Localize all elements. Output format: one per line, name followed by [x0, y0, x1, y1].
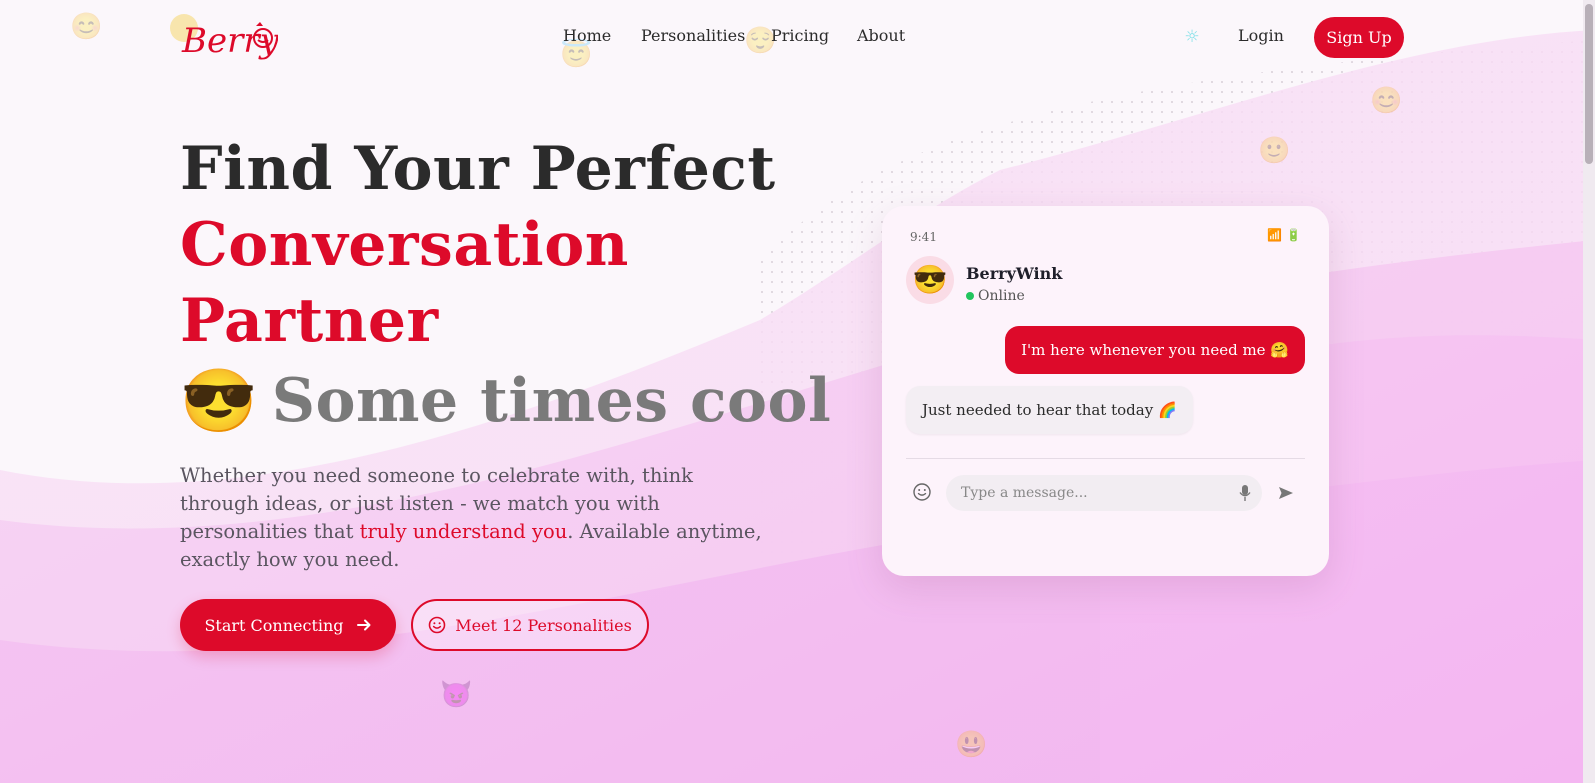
mic-icon[interactable]	[1238, 484, 1252, 502]
hero-title-line1: Find Your Perfect	[180, 134, 776, 204]
send-icon[interactable]	[1277, 484, 1295, 502]
nav-personalities[interactable]: Personalities	[641, 26, 745, 45]
start-connecting-button[interactable]: Start Connecting	[180, 599, 396, 651]
meet-personalities-button[interactable]: Meet 12 Personalities	[411, 599, 649, 651]
berry-logo[interactable]: Berry	[168, 8, 280, 64]
signup-button[interactable]: Sign Up	[1314, 17, 1404, 58]
page-scrollbar[interactable]	[1583, 0, 1595, 783]
start-connecting-label: Start Connecting	[204, 615, 344, 635]
online-status: Online	[966, 288, 1025, 304]
avatar: 😎	[906, 256, 954, 304]
composer-divider	[906, 458, 1305, 459]
nav-pricing[interactable]: Pricing	[771, 26, 829, 45]
signal-battery-icon: 📶 🔋	[1267, 228, 1301, 242]
hero-title-line2: Conversation	[180, 210, 629, 280]
hero-title-line3: Partner	[180, 286, 439, 356]
smile-icon	[428, 616, 446, 634]
hero-rotating-tagline: 😎 Some times cool	[180, 364, 831, 438]
smile-icon[interactable]	[912, 482, 932, 502]
nav-about[interactable]: About	[857, 26, 905, 45]
desc-highlight: truly understand you	[359, 520, 568, 543]
scrollbar-thumb[interactable]	[1585, 4, 1593, 164]
cool-face-icon: 😎	[180, 364, 258, 437]
arrow-right-icon	[356, 619, 371, 631]
chat-preview-card: 9:41 📶 🔋 😎 BerryWink Online I'm here whe…	[882, 206, 1329, 576]
sun-icon[interactable]: ☼	[1182, 27, 1202, 47]
online-status-label: Online	[978, 288, 1025, 304]
hero-description: Whether you need someone to celebrate wi…	[180, 462, 770, 574]
message-input[interactable]	[946, 475, 1262, 511]
login-link[interactable]: Login	[1238, 26, 1284, 45]
status-time: 9:41	[910, 230, 937, 244]
meet-personalities-label: Meet 12 Personalities	[455, 615, 632, 635]
tagline-text: Some times cool	[271, 366, 832, 436]
contact-name: BerryWink	[966, 264, 1063, 283]
outgoing-message: I'm here whenever you need me 🤗	[1005, 326, 1305, 374]
online-dot-icon	[966, 292, 974, 300]
nav-home[interactable]: Home	[563, 26, 611, 45]
incoming-message: Just needed to hear that today 🌈	[906, 386, 1193, 434]
